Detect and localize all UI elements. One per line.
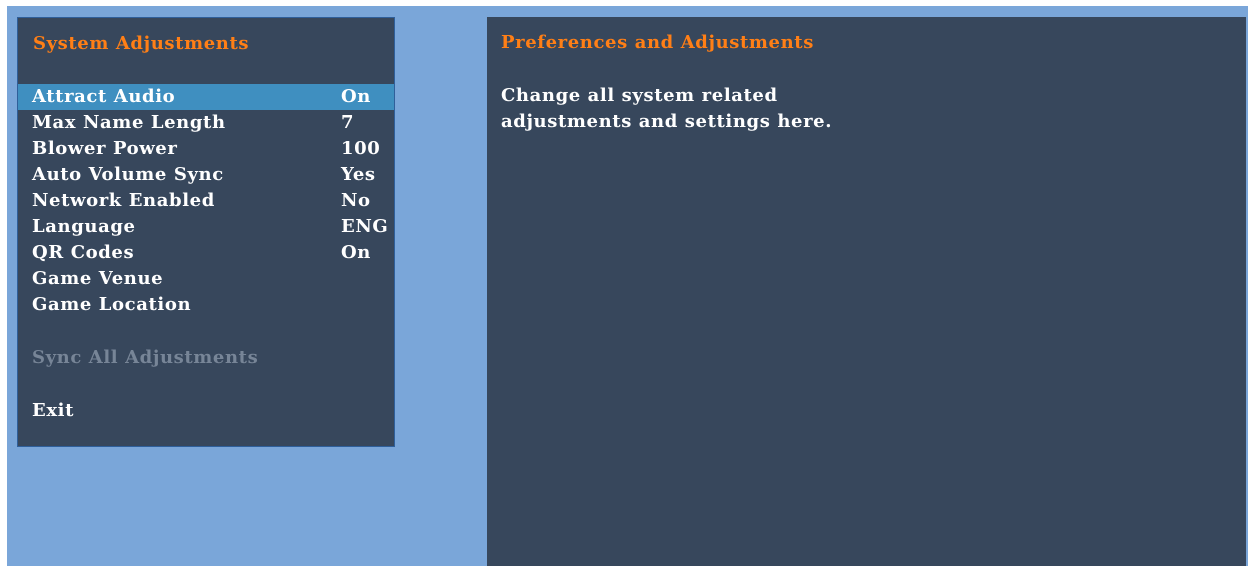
menu-item-blower-power[interactable]: Blower Power 100 — [18, 136, 394, 162]
menu-item-label: Exit — [32, 400, 75, 421]
menu-spacer — [18, 371, 394, 398]
description-line: adjustments and settings here. — [501, 111, 833, 132]
menu-item-exit[interactable]: Exit — [18, 398, 394, 424]
menu-item-game-venue[interactable]: Game Venue — [18, 266, 394, 292]
preferences-panel: Preferences and Adjustments Change all s… — [487, 17, 1246, 566]
menu-item-attract-audio[interactable]: Attract Audio On — [18, 84, 394, 110]
menu-item-label: Language — [32, 216, 136, 237]
menu-item-sync-all-adjustments: Sync All Adjustments — [18, 345, 394, 371]
menu-item-auto-volume-sync[interactable]: Auto Volume Sync Yes — [18, 162, 394, 188]
menu-item-game-location[interactable]: Game Location — [18, 292, 394, 318]
menu-item-value: No — [341, 190, 371, 211]
menu-item-max-name-length[interactable]: Max Name Length 7 — [18, 110, 394, 136]
menu-item-value: 7 — [341, 112, 355, 133]
menu-item-value: 100 — [341, 138, 381, 159]
menu-item-value: On — [341, 86, 371, 107]
menu-item-label: Max Name Length — [32, 112, 226, 133]
menu-item-value: ENG — [341, 216, 389, 237]
menu-item-label: QR Codes — [32, 242, 135, 263]
menu-item-language[interactable]: Language ENG — [18, 214, 394, 240]
menu-item-label: Game Venue — [32, 268, 164, 289]
preferences-title: Preferences and Adjustments — [501, 32, 814, 53]
menu-item-label: Blower Power — [32, 138, 178, 159]
description-line: Change all system related — [501, 85, 778, 106]
menu-spacer — [18, 318, 394, 345]
menu-item-qr-codes[interactable]: QR Codes On — [18, 240, 394, 266]
menu-item-label: Network Enabled — [32, 190, 215, 211]
menu-item-label: Game Location — [32, 294, 192, 315]
menu-item-value: On — [341, 242, 371, 263]
menu-item-value: Yes — [341, 164, 376, 185]
menu-item-network-enabled[interactable]: Network Enabled No — [18, 188, 394, 214]
description-text: Change all system related adjustments an… — [501, 83, 832, 135]
menu-item-label: Auto Volume Sync — [32, 164, 224, 185]
system-adjustments-panel: System Adjustments Attract Audio On Max … — [17, 17, 395, 447]
screen-background: System Adjustments Attract Audio On Max … — [7, 6, 1248, 566]
menu-item-label: Sync All Adjustments — [32, 347, 259, 368]
menu-item-label: Attract Audio — [32, 86, 176, 107]
adjustments-menu: Attract Audio On Max Name Length 7 Blowe… — [18, 84, 394, 424]
system-adjustments-title: System Adjustments — [33, 33, 250, 54]
